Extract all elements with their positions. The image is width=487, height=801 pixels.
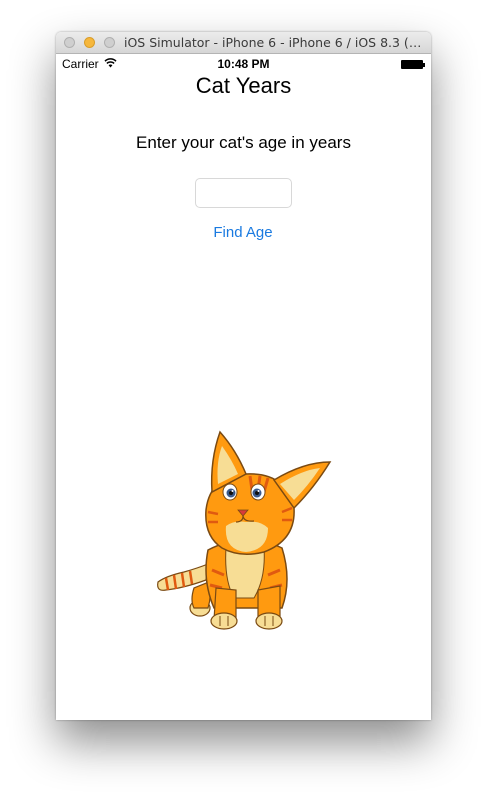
close-window-button[interactable] [64,37,75,48]
page-title: Cat Years [195,73,292,98]
window-titlebar: iOS Simulator - iPhone 6 - iPhone 6 / iO… [56,32,431,54]
zoom-window-button[interactable] [104,37,115,48]
minimize-window-button[interactable] [84,37,95,48]
battery-tip [423,63,425,67]
simulator-window: iOS Simulator - iPhone 6 - iPhone 6 / iO… [56,32,431,720]
battery-icon [401,60,423,69]
ios-status-bar: Carrier 10:48 PM [56,54,431,74]
find-age-button[interactable]: Find Age [193,221,293,243]
age-prompt-label: Enter your cat's age in years [136,133,351,152]
cat-illustration [157,430,332,630]
cat-age-input[interactable] [195,178,292,208]
status-time: 10:48 PM [217,57,270,71]
window-title: iOS Simulator - iPhone 6 - iPhone 6 / iO… [124,35,424,50]
